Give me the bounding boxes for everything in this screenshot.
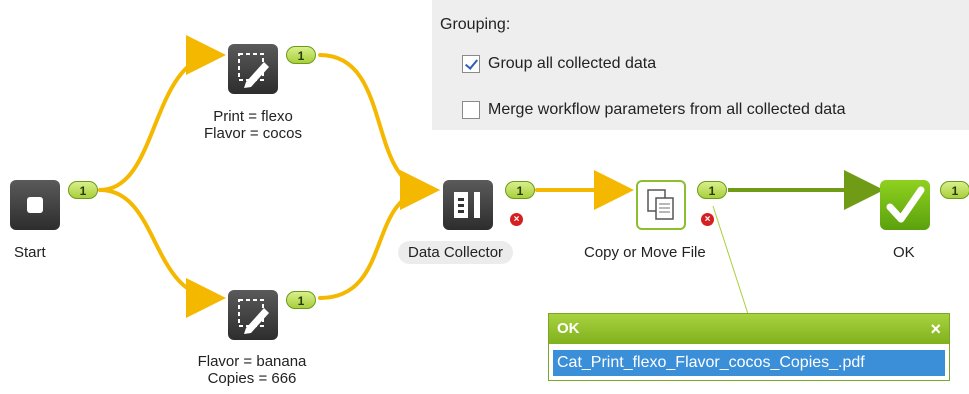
error-x-icon[interactable]: × bbox=[701, 213, 714, 226]
data-collector-badge[interactable]: 1 bbox=[505, 181, 535, 199]
group-all-option[interactable]: Group all collected data bbox=[462, 55, 656, 73]
data-collector-icon bbox=[454, 192, 480, 218]
bottom-form-label: Flavor = banana Copies = 666 bbox=[176, 353, 328, 387]
ok-badge[interactable]: 1 bbox=[940, 181, 969, 199]
top-form-badge[interactable]: 1 bbox=[286, 46, 316, 64]
bottom-form-label-line1: Flavor = banana bbox=[197, 353, 307, 370]
popup-pointer bbox=[712, 205, 749, 315]
data-collector-label: Data Collector bbox=[398, 241, 514, 264]
start-label: Start bbox=[14, 244, 46, 261]
ok-label: OK bbox=[893, 244, 915, 261]
top-form-label-line2: Flavor = cocos bbox=[204, 125, 302, 142]
error-x-icon[interactable]: × bbox=[510, 213, 523, 226]
group-all-checkbox[interactable] bbox=[462, 55, 480, 73]
connector-start-bottom bbox=[98, 188, 226, 318]
top-form-label: Print = flexo Flavor = cocos bbox=[190, 108, 316, 142]
start-node[interactable] bbox=[10, 180, 60, 230]
data-collector-node[interactable] bbox=[443, 180, 493, 230]
copy-move-badge[interactable]: 1 bbox=[697, 181, 727, 199]
start-badge[interactable]: 1 bbox=[68, 181, 98, 199]
merge-params-label: Merge workflow parameters from all colle… bbox=[488, 101, 846, 118]
pencil-form-icon bbox=[238, 53, 269, 88]
grouping-title: Grouping: bbox=[440, 16, 511, 33]
ok-node[interactable] bbox=[880, 180, 930, 230]
top-form-label-line1: Print = flexo bbox=[213, 108, 293, 125]
merge-params-checkbox[interactable] bbox=[462, 101, 480, 119]
bottom-form-node[interactable] bbox=[228, 290, 278, 340]
merge-params-option[interactable]: Merge workflow parameters from all colle… bbox=[462, 101, 845, 119]
copy-files-icon bbox=[647, 189, 674, 220]
close-icon[interactable]: × bbox=[930, 314, 941, 344]
popup-header: OK × bbox=[549, 314, 949, 344]
grouping-panel: Grouping: Group all collected data Merge… bbox=[432, 0, 969, 130]
result-popup: OK × Cat_Print_flexo_Flavor_cocos_Copies… bbox=[548, 313, 950, 381]
top-form-node[interactable] bbox=[228, 44, 278, 94]
copy-move-node[interactable] bbox=[636, 180, 686, 230]
bottom-form-badge[interactable]: 1 bbox=[286, 291, 316, 309]
bottom-form-label-line2: Copies = 666 bbox=[207, 370, 297, 387]
popup-title: OK bbox=[557, 320, 580, 337]
workflow-canvas[interactable]: Grouping: Group all collected data Merge… bbox=[0, 0, 969, 394]
checkmark-icon bbox=[886, 186, 925, 223]
group-all-label: Group all collected data bbox=[488, 55, 657, 72]
pencil-form-icon bbox=[238, 299, 269, 334]
result-file-item[interactable]: Cat_Print_flexo_Flavor_cocos_Copies_.pdf bbox=[553, 350, 945, 376]
connector-top-collector bbox=[318, 53, 440, 210]
stop-square-icon bbox=[27, 197, 43, 213]
copy-move-label: Copy or Move File bbox=[584, 244, 706, 261]
